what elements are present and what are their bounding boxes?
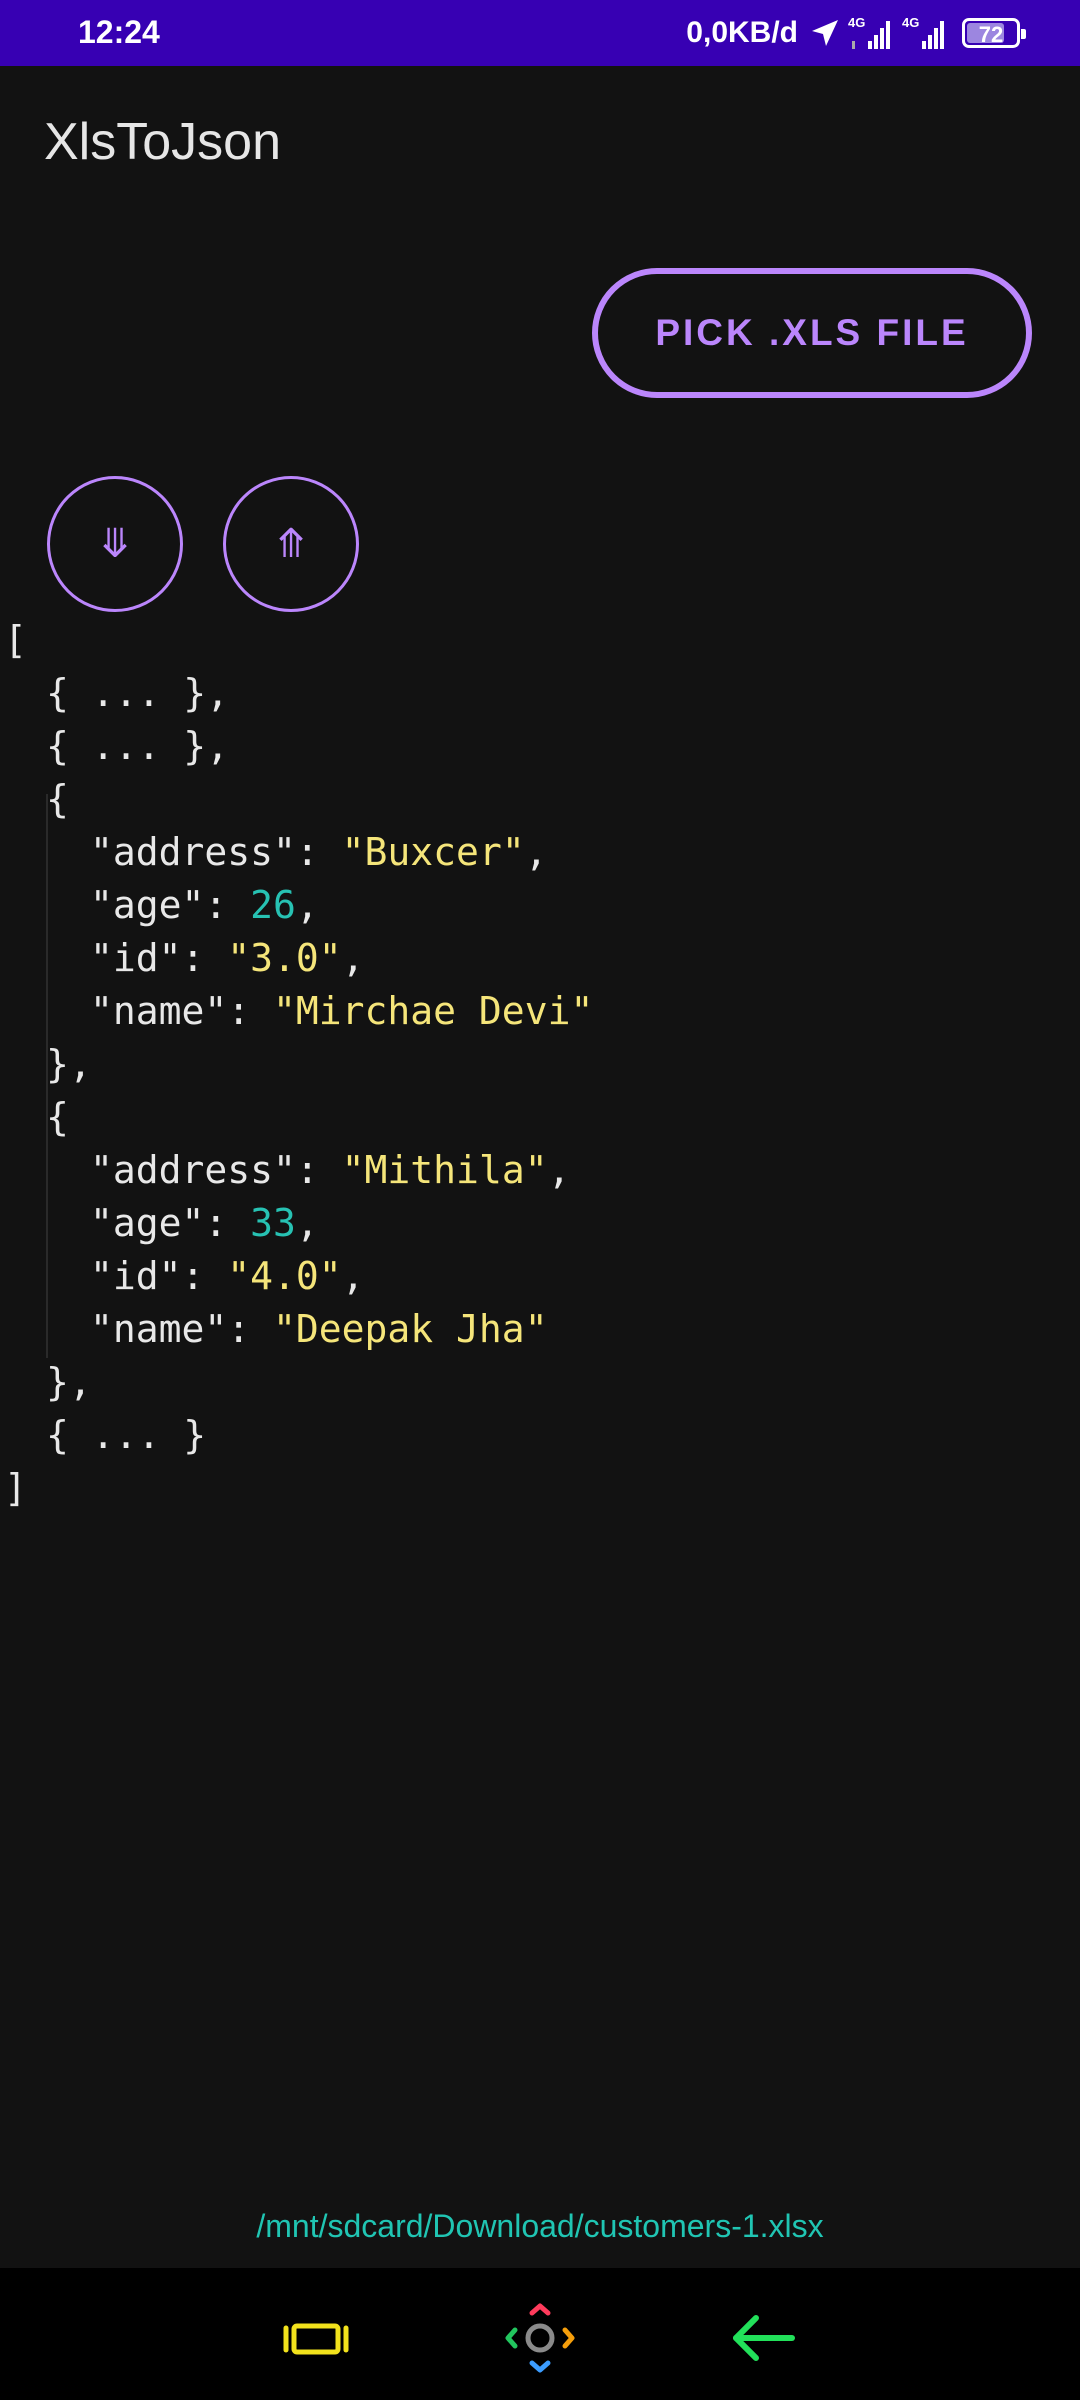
address-value: "Buxcer"	[341, 830, 525, 874]
status-icons: 0,0KB/d 4G 4G 72	[686, 10, 1026, 56]
record-4-open-brace[interactable]: {	[46, 1091, 69, 1144]
json-field-address: "address": "Mithila",	[90, 1148, 571, 1192]
json-open-bracket: [	[4, 618, 27, 662]
json-field-name: "name": "Deepak Jha"	[90, 1307, 548, 1351]
record-3-open-brace[interactable]: {	[46, 773, 69, 826]
record-4-close-brace: },	[46, 1360, 92, 1404]
app-title: XlsToJson	[44, 113, 281, 171]
json-field-name: "name": "Mirchae Devi"	[90, 989, 594, 1033]
recents-icon	[283, 2323, 349, 2355]
status-time: 12:24	[78, 14, 160, 50]
age-value: 26	[250, 883, 296, 927]
address-value: "Mithila"	[341, 1148, 548, 1192]
collapsed-record-2[interactable]: { ... },	[46, 720, 229, 773]
home-button[interactable]	[500, 2298, 580, 2378]
json-field-age: "age": 26,	[90, 883, 319, 927]
json-field-age: "age": 33,	[90, 1201, 319, 1245]
json-field-id: "id": "3.0",	[90, 936, 365, 980]
json-field-id: "id": "4.0",	[90, 1254, 365, 1298]
network-speed: 0,0KB/d	[686, 16, 798, 49]
collapse-all-button[interactable]: ⤊	[223, 476, 359, 612]
json-close-bracket: ]	[4, 1466, 27, 1510]
back-button[interactable]	[724, 2298, 804, 2378]
signal-4g-icon-2: 4G	[902, 13, 948, 53]
home-icon	[505, 2303, 575, 2373]
expand-all-button[interactable]: ⤋	[47, 476, 183, 612]
name-value: "Deepak Jha"	[273, 1307, 548, 1351]
pick-xls-file-button[interactable]: PICK .XLS FILE	[592, 268, 1032, 398]
recents-button[interactable]	[276, 2298, 356, 2378]
collapsed-record-5[interactable]: { ... }	[46, 1409, 206, 1462]
id-value: "4.0"	[227, 1254, 342, 1298]
collapsed-record-1[interactable]: { ... },	[46, 667, 229, 720]
indent-guide	[46, 1142, 48, 1358]
collapse-all-icon: ⤊	[274, 522, 308, 566]
json-field-address: "address": "Buxcer",	[90, 830, 548, 874]
navigation-bar	[0, 2268, 1080, 2400]
battery-level: 72	[978, 22, 1004, 47]
back-icon	[733, 2315, 795, 2361]
selected-file-path: /mnt/sdcard/Download/customers-1.xlsx	[256, 2208, 824, 2244]
name-value: "Mirchae Devi"	[273, 989, 594, 1033]
location-arrow-icon	[812, 20, 838, 46]
battery-icon: 72	[962, 18, 1026, 48]
status-bar: 12:24 0,0KB/d 4G 4G 72	[0, 0, 1080, 66]
id-value: "3.0"	[227, 936, 342, 980]
record-3-close-brace: },	[46, 1042, 92, 1086]
signal-4g-icon: 4G	[848, 13, 894, 53]
age-value: 33	[250, 1201, 296, 1245]
expand-all-icon: ⤋	[98, 522, 132, 566]
